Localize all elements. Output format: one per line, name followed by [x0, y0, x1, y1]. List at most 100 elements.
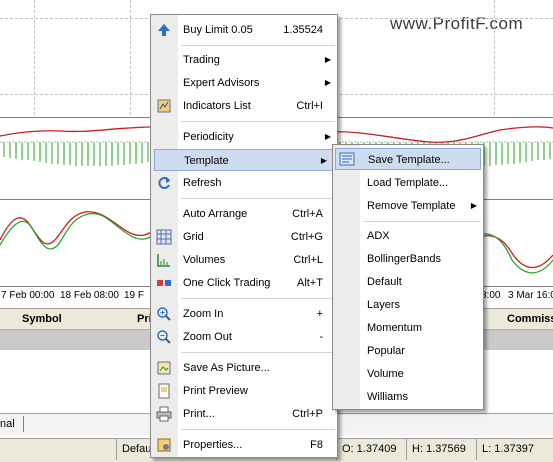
column-symbol[interactable]: Symbol	[22, 313, 62, 325]
indicators-list-icon	[157, 99, 171, 113]
menu-item-label: Buy Limit 0.05	[183, 24, 253, 36]
menu-item-expert-advisors[interactable]: Expert Advisors ▶	[151, 72, 337, 94]
print-preview-icon	[158, 383, 170, 399]
menu-separator	[363, 221, 481, 222]
menu-item-label: Periodicity	[183, 131, 234, 143]
column-commission[interactable]: Commiss	[507, 313, 553, 325]
submenu-arrow-icon: ▶	[470, 201, 477, 210]
menu-item-label: Expert Advisors	[183, 77, 260, 89]
menu-item-label: Layers	[367, 299, 401, 311]
menu-item-label: Williams	[367, 391, 408, 403]
menu-item-label: Print Preview	[183, 385, 248, 397]
menu-item-label: Volume	[367, 368, 404, 380]
menu-item-label: Properties...	[183, 439, 243, 451]
menu-item-template[interactable]: Template ▶	[154, 149, 334, 171]
menu-item-label: ADX	[367, 230, 390, 242]
watermark: www.ProfitF.com	[390, 14, 524, 33]
menu-item-template-momentum[interactable]: Momentum	[333, 317, 483, 339]
properties-icon	[157, 438, 171, 452]
menu-item-periodicity[interactable]: Periodicity ▶	[151, 126, 337, 148]
menu-separator	[181, 121, 335, 122]
submenu-arrow-icon: ▶	[324, 132, 331, 141]
menu-item-label: Auto Arrange	[183, 208, 248, 220]
menu-item-template-williams[interactable]: Williams	[333, 386, 483, 408]
status-open: O: 1.37409	[336, 439, 408, 460]
submenu-arrow-icon: ▶	[324, 55, 331, 64]
template-submenu: Save Template... Load Template... Remove…	[332, 144, 484, 410]
menu-item-label: Grid	[183, 231, 204, 243]
time-label: 7 Feb 00:00	[1, 290, 55, 301]
menu-item-label: Load Template...	[367, 177, 449, 189]
menu-item-remove-template[interactable]: Remove Template ▶	[333, 195, 483, 217]
menu-item-refresh[interactable]: Refresh	[151, 172, 337, 194]
menu-item-one-click-trading[interactable]: One Click Trading Alt+T	[151, 272, 337, 294]
menu-item-load-template[interactable]: Load Template...	[333, 172, 483, 194]
menu-item-label: Volumes	[183, 254, 226, 266]
menu-item-trading[interactable]: Trading ▶	[151, 49, 337, 71]
one-click-trading-icon	[157, 280, 171, 286]
submenu-arrow-icon: ▶	[324, 78, 331, 87]
zoom-out-icon	[157, 330, 171, 344]
menu-separator	[181, 298, 335, 299]
time-label: 18 Feb 08:00	[60, 290, 119, 301]
menu-item-label: Template	[184, 155, 229, 167]
menu-item-label: Momentum	[367, 322, 423, 334]
tab-journal[interactable]: nal	[0, 418, 15, 430]
menu-item-shortcut: Ctrl+A	[292, 208, 323, 220]
zoom-in-icon	[157, 307, 171, 321]
menu-separator	[181, 45, 335, 46]
menu-item-shortcut: Alt+T	[297, 277, 323, 289]
menu-item-template-popular[interactable]: Popular	[333, 340, 483, 362]
menu-item-label: Save As Picture...	[183, 362, 270, 374]
refresh-icon	[158, 177, 170, 189]
menu-item-indicators-list[interactable]: Indicators List Ctrl+I	[151, 95, 337, 117]
menu-item-label: Indicators List	[183, 100, 251, 112]
menu-item-label: Save Template...	[368, 154, 450, 166]
menu-separator	[181, 429, 335, 430]
menu-item-label: Refresh	[183, 177, 222, 189]
menu-item-print-preview[interactable]: Print Preview	[151, 380, 337, 402]
menu-item-print[interactable]: Print... Ctrl+P	[151, 403, 337, 425]
menu-item-shortcut: -	[319, 331, 323, 343]
status-low: L: 1.37397	[476, 439, 552, 460]
grid-icon	[156, 229, 172, 245]
menu-item-shortcut: Ctrl+L	[293, 254, 323, 266]
menu-item-zoom-out[interactable]: Zoom Out -	[151, 326, 337, 348]
menu-separator	[181, 352, 335, 353]
print-icon	[156, 406, 172, 422]
menu-item-properties[interactable]: Properties... F8	[151, 434, 337, 456]
menu-item-volumes[interactable]: Volumes Ctrl+L	[151, 249, 337, 271]
menu-item-shortcut: Ctrl+G	[290, 231, 323, 243]
menu-item-shortcut: +	[316, 308, 323, 320]
menu-item-label: Remove Template	[367, 200, 456, 212]
menu-item-label: Popular	[367, 345, 405, 357]
menu-item-shortcut: Ctrl+P	[292, 408, 323, 420]
menu-item-label: Trading	[183, 54, 220, 66]
menu-item-buy-limit[interactable]: Buy Limit 0.05 1.35524	[151, 19, 337, 41]
time-label: 3 Mar 16:0	[508, 290, 553, 301]
volumes-icon	[157, 254, 170, 267]
menu-item-template-volume[interactable]: Volume	[333, 363, 483, 385]
menu-item-grid[interactable]: Grid Ctrl+G	[151, 226, 337, 248]
menu-item-zoom-in[interactable]: Zoom In +	[151, 303, 337, 325]
menu-item-shortcut: F8	[310, 439, 323, 451]
menu-item-template-layers[interactable]: Layers	[333, 294, 483, 316]
menu-item-template-adx[interactable]: ADX	[333, 225, 483, 247]
menu-item-shortcut: Ctrl+I	[296, 100, 323, 112]
save-template-icon	[339, 152, 355, 166]
menu-item-label: Default	[367, 276, 402, 288]
menu-item-label: One Click Trading	[183, 277, 271, 289]
menu-separator	[181, 198, 335, 199]
menu-item-auto-arrange[interactable]: Auto Arrange Ctrl+A	[151, 203, 337, 225]
menu-item-shortcut: 1.35524	[283, 24, 323, 36]
menu-item-save-template[interactable]: Save Template...	[335, 148, 481, 170]
menu-item-save-as-picture[interactable]: Save As Picture...	[151, 357, 337, 379]
save-picture-icon	[157, 361, 171, 375]
menu-item-label: Zoom In	[183, 308, 224, 320]
menu-item-template-default[interactable]: Default	[333, 271, 483, 293]
context-menu: Buy Limit 0.05 1.35524 Trading ▶ Expert …	[150, 14, 338, 458]
tab-divider	[23, 416, 24, 432]
menu-item-label: Zoom Out	[183, 331, 232, 343]
menu-item-label: Print...	[183, 408, 215, 420]
menu-item-template-bollingerbands[interactable]: BollingerBands	[333, 248, 483, 270]
